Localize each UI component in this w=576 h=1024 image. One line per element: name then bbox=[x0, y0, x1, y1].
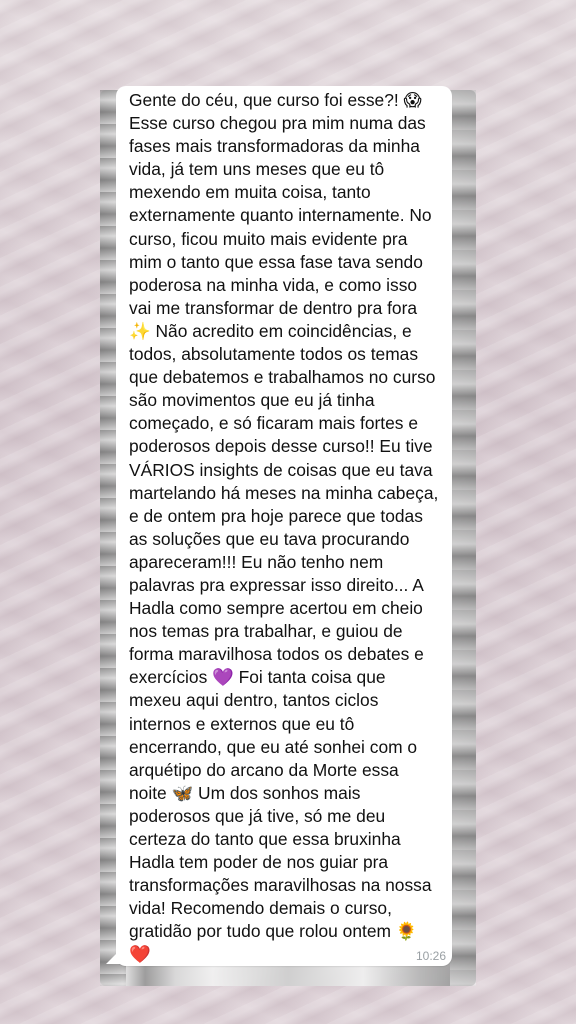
message-text: Gente do céu, que curso foi esse?! 😱 Ess… bbox=[129, 90, 439, 965]
bubble-tail bbox=[106, 950, 120, 964]
message-timestamp: 10:26 bbox=[415, 949, 446, 963]
